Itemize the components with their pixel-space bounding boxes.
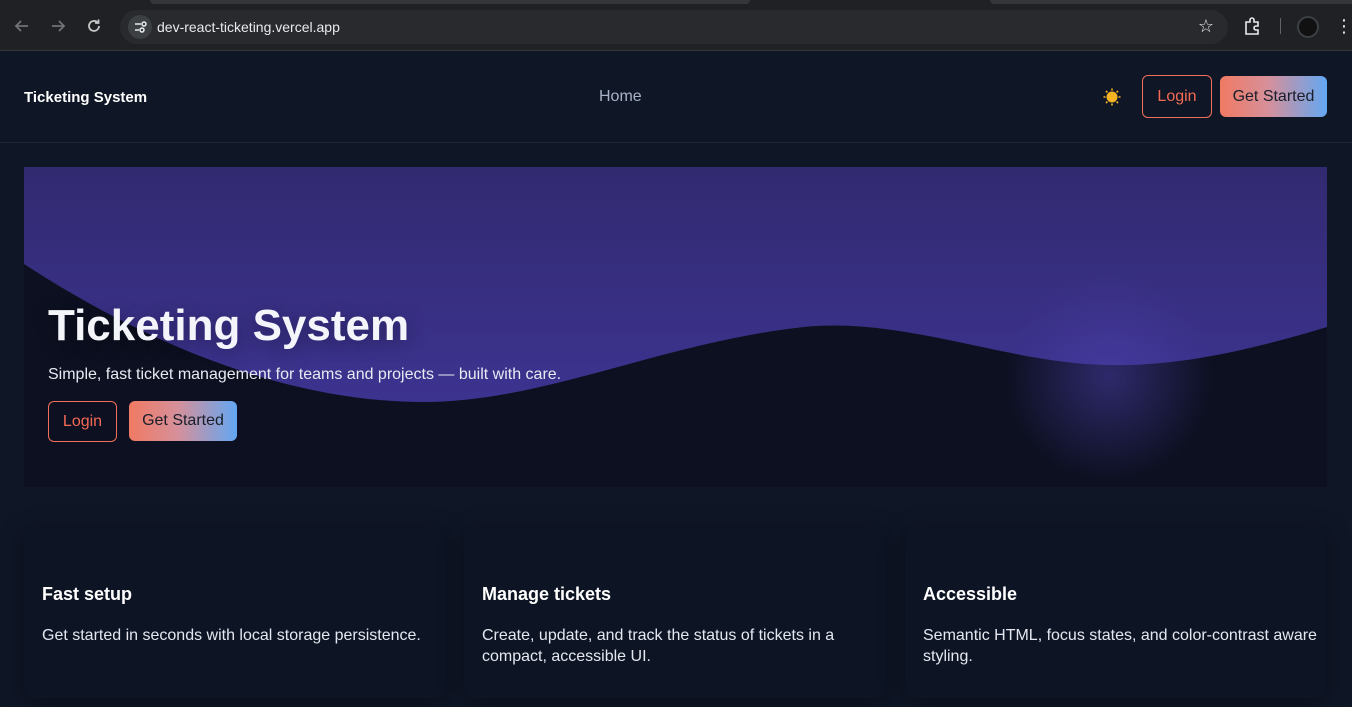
feature-description: Semantic HTML, focus states, and color-c… — [923, 627, 1317, 665]
hero-subtitle: Simple, fast ticket management for teams… — [48, 366, 562, 383]
header-get-started-button[interactable]: Get Started — [1220, 76, 1327, 117]
url-text[interactable]: dev-react-ticketing.vercel.app — [157, 19, 340, 35]
brand-logo-text[interactable]: Ticketing System — [24, 89, 147, 106]
reload-icon[interactable] — [82, 14, 106, 38]
profile-avatar[interactable] — [1297, 16, 1319, 38]
feature-card-accessible: Accessible Semantic HTML, focus states, … — [905, 528, 1326, 698]
back-icon[interactable] — [10, 14, 34, 38]
feature-title: Accessible — [923, 584, 1018, 604]
browser-toolbar: dev-react-ticketing.vercel.app ☆ ⋮ — [0, 0, 1352, 51]
hero-login-button[interactable]: Login — [48, 401, 117, 442]
bookmark-star-icon[interactable]: ☆ — [1198, 16, 1214, 37]
feature-description: Get started in seconds with local storag… — [42, 627, 421, 644]
feature-description: Create, update, and track the status of … — [482, 627, 835, 665]
tab-strip — [0, 0, 1352, 4]
nav-link-home[interactable]: Home — [599, 88, 642, 106]
toolbar-divider — [1280, 18, 1281, 34]
feature-title: Fast setup — [42, 584, 133, 604]
hero-banner: Ticketing System Simple, fast ticket man… — [24, 167, 1327, 487]
feature-card-manage-tickets: Manage tickets Create, update, and track… — [464, 528, 885, 698]
extensions-icon[interactable] — [1242, 15, 1264, 37]
site-settings-icon[interactable] — [128, 15, 152, 39]
site-header: Ticketing System Home Login Get Started — [0, 51, 1352, 143]
hero-title: Ticketing System — [48, 301, 410, 350]
feature-card-fast-setup: Fast setup Get started in seconds with l… — [24, 528, 445, 698]
kebab-menu-icon[interactable]: ⋮ — [1335, 16, 1352, 38]
forward-icon[interactable] — [46, 14, 70, 38]
hero-get-started-button[interactable]: Get Started — [129, 401, 237, 441]
address-bar[interactable]: dev-react-ticketing.vercel.app ☆ — [120, 10, 1228, 44]
theme-toggle-sun-icon[interactable] — [1103, 88, 1121, 106]
feature-title: Manage tickets — [482, 584, 612, 604]
header-login-button[interactable]: Login — [1142, 75, 1212, 118]
